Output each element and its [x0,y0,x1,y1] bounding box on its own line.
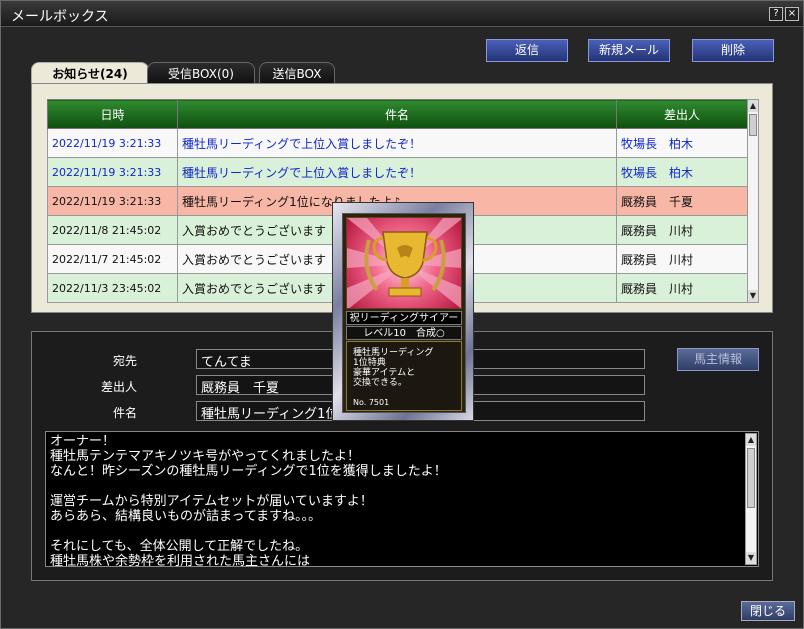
title-bar: メールボックス ? × [1,1,803,27]
card-description: 種牡馬リーディング 1位特典 豪華アイテムと 交換できる。 No. 7501 [346,341,462,411]
row-sender: 厩務員 川村 [616,273,748,303]
trophy-icon [346,217,462,309]
scroll-thumb[interactable] [749,114,757,136]
scroll-down-icon[interactable]: ▼ [746,552,756,564]
table-row[interactable]: 2022/11/19 3:21:33 種牡馬リーディングで上位入賞しましたぞ！ … [47,157,748,187]
scroll-down-icon[interactable]: ▼ [748,290,758,302]
body-line: 種牡馬株や余勢枠を利用された馬主さんには [50,554,311,567]
header-date[interactable]: 日時 [47,99,178,129]
body-line: それにしても、全体公開して正解でしたね。 [50,539,309,554]
card-name: 祝リーディングサイアー [346,311,462,325]
row-sender: 厩務員 川村 [616,244,748,274]
card-desc-line: 1位特典 [353,358,386,368]
card-desc-line: 種牡馬リーディング [353,348,434,358]
window-title: メールボックス [11,9,109,25]
row-subject: 種牡馬リーディングで上位入賞しましたぞ！ [177,128,617,158]
mail-list-scrollbar[interactable]: ▲ ▼ [747,99,759,303]
header-sender[interactable]: 差出人 [616,99,748,129]
body-line: あらあら、結構良いものが詰まってますね。。。 [50,509,322,524]
new-mail-button[interactable]: 新規メール [588,39,670,62]
row-date: 2022/11/19 3:21:33 [47,128,178,158]
body-line: 運営チームから特別アイテムセットが届いていますよ！ [50,494,373,509]
body-line: なんと！昨シーズンの種牡馬リーディングで1位を獲得しましたよ！ [50,464,447,479]
row-sender: 牧場長 柏木 [616,128,748,158]
row-subject: 種牡馬リーディングで上位入賞しましたぞ！ [177,157,617,187]
body-line [50,524,754,539]
mail-body: オーナー！ 種牡馬テンテマアキノツキ号がやってくれましたよ！ なんと！昨シーズン… [45,431,759,567]
header-subject[interactable]: 件名 [177,99,617,129]
card-desc-line: 交換できる。 [353,378,407,388]
row-date: 2022/11/19 3:21:33 [47,186,178,216]
mail-body-scrollbar[interactable]: ▲ ▼ [745,433,757,565]
row-date: 2022/11/19 3:21:33 [47,157,178,187]
mailbox-window: メールボックス ? × 返信 新規メール 削除 お知らせ(24) 受信BOX(0… [0,0,804,629]
body-line [50,479,754,494]
help-button[interactable]: ? [769,7,783,21]
item-card-tooltip: 祝リーディングサイアー レベル10 合成○ 種牡馬リーディング 1位特典 豪華ア… [332,202,474,421]
scroll-up-icon[interactable]: ▲ [746,434,756,446]
reply-button[interactable]: 返信 [486,39,568,62]
card-level: レベル10 合成○ [346,326,462,340]
delete-button[interactable]: 削除 [692,39,774,62]
tab-notices[interactable]: お知らせ(24) [31,62,149,84]
subject-label: 件名 [112,406,137,420]
scroll-up-icon[interactable]: ▲ [748,100,758,112]
to-label: 宛先 [112,354,137,368]
body-line: 種牡馬テンテマアキノツキ号がやってくれましたよ！ [50,449,361,464]
table-row[interactable]: 2022/11/19 3:21:33 種牡馬リーディングで上位入賞しましたぞ！ … [47,128,748,158]
owner-info-button[interactable]: 馬主情報 [677,348,759,371]
row-sender: 厩務員 千夏 [616,186,748,216]
window-close-button[interactable]: × [785,7,799,21]
row-date: 2022/11/3 23:45:02 [47,273,178,303]
tab-sent[interactable]: 送信BOX [259,62,335,84]
body-line: オーナー！ [50,434,116,449]
card-frame: 祝リーディングサイアー レベル10 合成○ 種牡馬リーディング 1位特典 豪華ア… [342,213,466,413]
row-date: 2022/11/7 21:45:02 [47,244,178,274]
table-header-row: 日時 件名 差出人 [47,99,748,129]
tab-inbox[interactable]: 受信BOX(0) [147,62,255,84]
card-desc-line: 豪華アイテムと [353,368,416,378]
card-number: No. 7501 [353,398,390,407]
scroll-thumb[interactable] [747,448,755,508]
close-button[interactable]: 閉じる [741,601,795,621]
row-date: 2022/11/8 21:45:02 [47,215,178,245]
from-label: 差出人 [100,380,137,394]
row-sender: 牧場長 柏木 [616,157,748,187]
row-sender: 厩務員 川村 [616,215,748,245]
